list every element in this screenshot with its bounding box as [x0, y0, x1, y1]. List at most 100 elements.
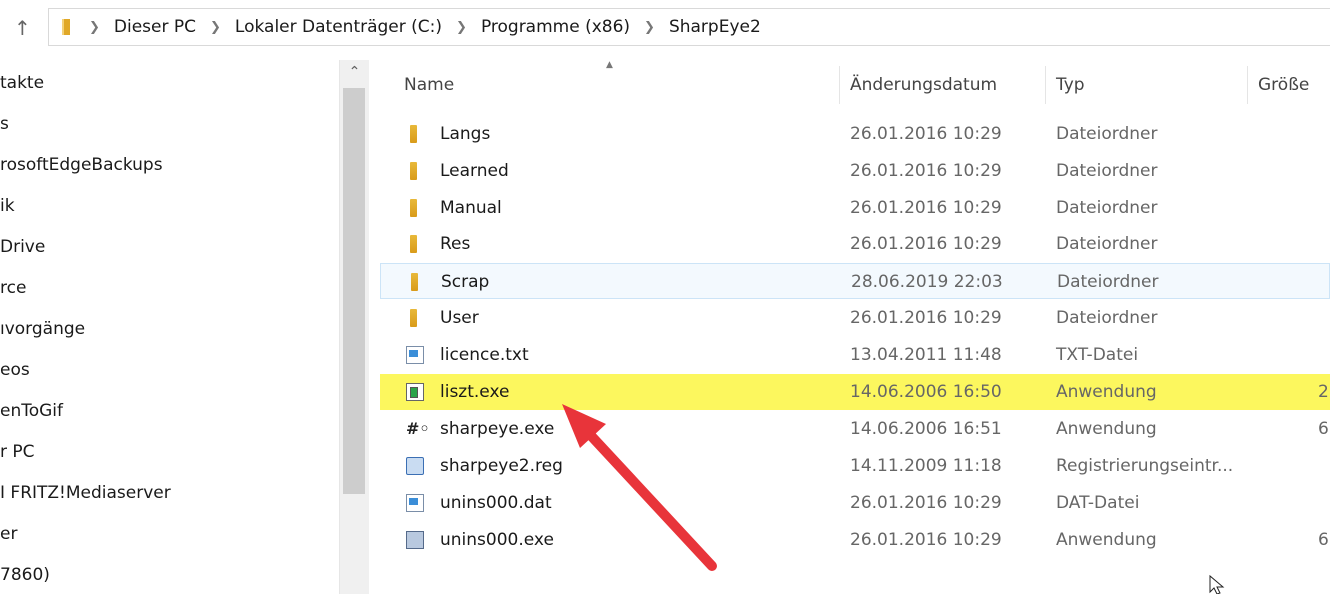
file-size: 2 — [1318, 382, 1329, 402]
file-type: Anwendung — [1056, 419, 1157, 439]
nav-item[interactable]: rce — [0, 275, 171, 316]
file-name: User — [440, 308, 479, 328]
file-row[interactable]: Manual 26.01.2016 10:29 Dateiordner — [380, 190, 1330, 226]
file-type: Anwendung — [1056, 382, 1157, 402]
address-bar[interactable]: ❯ Dieser PC ❯ Lokaler Datenträger (C:) ❯… — [48, 8, 1330, 46]
sharpeye-icon: #◦ — [406, 419, 430, 438]
column-header-date[interactable]: Änderungsdatum — [840, 66, 1046, 104]
column-header-size[interactable]: Größe — [1248, 66, 1330, 104]
file-date: 14.06.2006 16:51 — [850, 419, 1002, 439]
breadcrumb: ❯ Dieser PC ❯ Lokaler Datenträger (C:) ❯… — [89, 9, 761, 45]
scroll-up-icon[interactable]: ⌃ — [340, 60, 369, 84]
nav-item[interactable]: ıvorgänge — [0, 316, 171, 357]
file-type: Dateiordner — [1056, 308, 1158, 328]
text-file-icon — [406, 346, 424, 364]
scrollbar-thumb[interactable] — [343, 88, 365, 494]
file-name: unins000.dat — [440, 493, 552, 513]
file-type: Dateiordner — [1056, 161, 1158, 181]
file-date: 26.01.2016 10:29 — [850, 198, 1002, 218]
breadcrumb-item-dieser-pc[interactable]: Dieser PC — [114, 17, 196, 37]
file-name: sharpeye.exe — [440, 419, 555, 439]
file-type: Dateiordner — [1056, 124, 1158, 144]
file-type: Anwendung — [1056, 530, 1157, 550]
file-date: 26.01.2016 10:29 — [850, 493, 1002, 513]
file-type: Dateiordner — [1056, 198, 1158, 218]
file-type: Dateiordner — [1057, 272, 1159, 292]
column-header: Name Änderungsdatum Typ Größe — [370, 66, 1330, 104]
address-bar-row: ↑ ❯ Dieser PC ❯ Lokaler Datenträger (C:)… — [0, 0, 1330, 54]
file-date: 26.01.2016 10:29 — [850, 124, 1002, 144]
file-type: Dateiordner — [1056, 234, 1158, 254]
file-name: Learned — [440, 161, 509, 181]
file-row[interactable]: #◦ sharpeye.exe 14.06.2006 16:51 Anwendu… — [380, 411, 1330, 447]
nav-item[interactable]: I FRITZ!Mediaserver — [0, 480, 171, 521]
file-name: unins000.exe — [440, 530, 554, 550]
folder-icon — [410, 199, 417, 217]
navigation-pane: takte s rosoftEdgeBackups ik Drive rce ı… — [0, 54, 370, 594]
nav-item[interactable]: r PC — [0, 439, 171, 480]
file-row[interactable]: sharpeye2.reg 14.11.2009 11:18 Registrie… — [380, 448, 1330, 484]
file-row[interactable]: Langs 26.01.2016 10:29 Dateiordner — [380, 116, 1330, 152]
file-name: Langs — [440, 124, 491, 144]
column-header-name[interactable]: Name — [394, 66, 840, 104]
file-type: DAT-Datei — [1056, 493, 1140, 513]
file-date: 14.11.2009 11:18 — [850, 456, 1002, 476]
nav-item[interactable]: rosoftEdgeBackups — [0, 152, 171, 193]
file-row-hovered[interactable]: Scrap 28.06.2019 22:03 Dateiordner — [380, 263, 1330, 299]
file-row[interactable]: Learned 26.01.2016 10:29 Dateiordner — [380, 153, 1330, 189]
application-icon — [406, 383, 424, 401]
file-row[interactable]: unins000.exe 26.01.2016 10:29 Anwendung … — [380, 522, 1330, 558]
mouse-cursor-icon — [1209, 574, 1225, 594]
nav-item[interactable]: Drive — [0, 234, 171, 275]
dat-file-icon — [406, 494, 424, 512]
folder-icon — [411, 273, 418, 291]
breadcrumb-item-drive-c[interactable]: Lokaler Datenträger (C:) — [235, 17, 442, 37]
uninstaller-icon — [406, 531, 424, 549]
chevron-right-icon[interactable]: ❯ — [644, 20, 655, 35]
file-name: Res — [440, 234, 471, 254]
nav-item[interactable]: s — [0, 111, 171, 152]
nav-scrollbar[interactable]: ⌃ — [339, 60, 369, 594]
folder-icon — [62, 19, 70, 35]
chevron-right-icon[interactable]: ❯ — [89, 20, 100, 35]
file-row[interactable]: Res 26.01.2016 10:29 Dateiordner — [380, 226, 1330, 262]
file-size: 6 — [1318, 419, 1329, 439]
nav-item[interactable]: eos — [0, 357, 171, 398]
file-row-highlighted[interactable]: liszt.exe 14.06.2006 16:50 Anwendung 2 — [380, 374, 1330, 410]
file-date: 26.01.2016 10:29 — [850, 161, 1002, 181]
breadcrumb-item-sharpeye2[interactable]: SharpEye2 — [669, 17, 761, 37]
file-name: Manual — [440, 198, 502, 218]
nav-item[interactable]: er — [0, 521, 171, 562]
file-date: 14.06.2006 16:50 — [850, 382, 1002, 402]
file-type: Registrierungseintr... — [1056, 456, 1234, 476]
file-size: 6 — [1318, 530, 1329, 550]
chevron-right-icon[interactable]: ❯ — [210, 20, 221, 35]
file-date: 26.01.2016 10:29 — [850, 308, 1002, 328]
chevron-right-icon[interactable]: ❯ — [456, 20, 467, 35]
file-date: 26.01.2016 10:29 — [850, 234, 1002, 254]
file-name: licence.txt — [440, 345, 529, 365]
file-list: ▲ Name Änderungsdatum Typ Größe Langs 26… — [370, 54, 1330, 594]
file-name: sharpeye2.reg — [440, 456, 563, 476]
nav-item[interactable]: takte — [0, 70, 171, 111]
file-name: Scrap — [441, 272, 490, 292]
nav-item[interactable]: ik — [0, 193, 171, 234]
file-date: 28.06.2019 22:03 — [851, 272, 1003, 292]
file-date: 13.04.2011 11:48 — [850, 345, 1002, 365]
file-date: 26.01.2016 10:29 — [850, 530, 1002, 550]
folder-icon — [410, 125, 417, 143]
folder-icon — [410, 309, 417, 327]
nav-item[interactable]: 7860) — [0, 562, 171, 603]
nav-item[interactable]: enToGif — [0, 398, 171, 439]
file-row[interactable]: licence.txt 13.04.2011 11:48 TXT-Datei — [380, 337, 1330, 373]
file-row[interactable]: User 26.01.2016 10:29 Dateiordner — [380, 300, 1330, 336]
folder-icon — [410, 162, 417, 180]
up-arrow-icon[interactable]: ↑ — [14, 18, 31, 38]
file-row[interactable]: unins000.dat 26.01.2016 10:29 DAT-Datei — [380, 485, 1330, 521]
column-header-type[interactable]: Typ — [1046, 66, 1248, 104]
breadcrumb-item-programme[interactable]: Programme (x86) — [481, 17, 630, 37]
folder-icon — [410, 235, 417, 253]
nav-list: takte s rosoftEdgeBackups ik Drive rce ı… — [0, 70, 171, 603]
file-name: liszt.exe — [440, 382, 510, 402]
registry-icon — [406, 457, 424, 475]
